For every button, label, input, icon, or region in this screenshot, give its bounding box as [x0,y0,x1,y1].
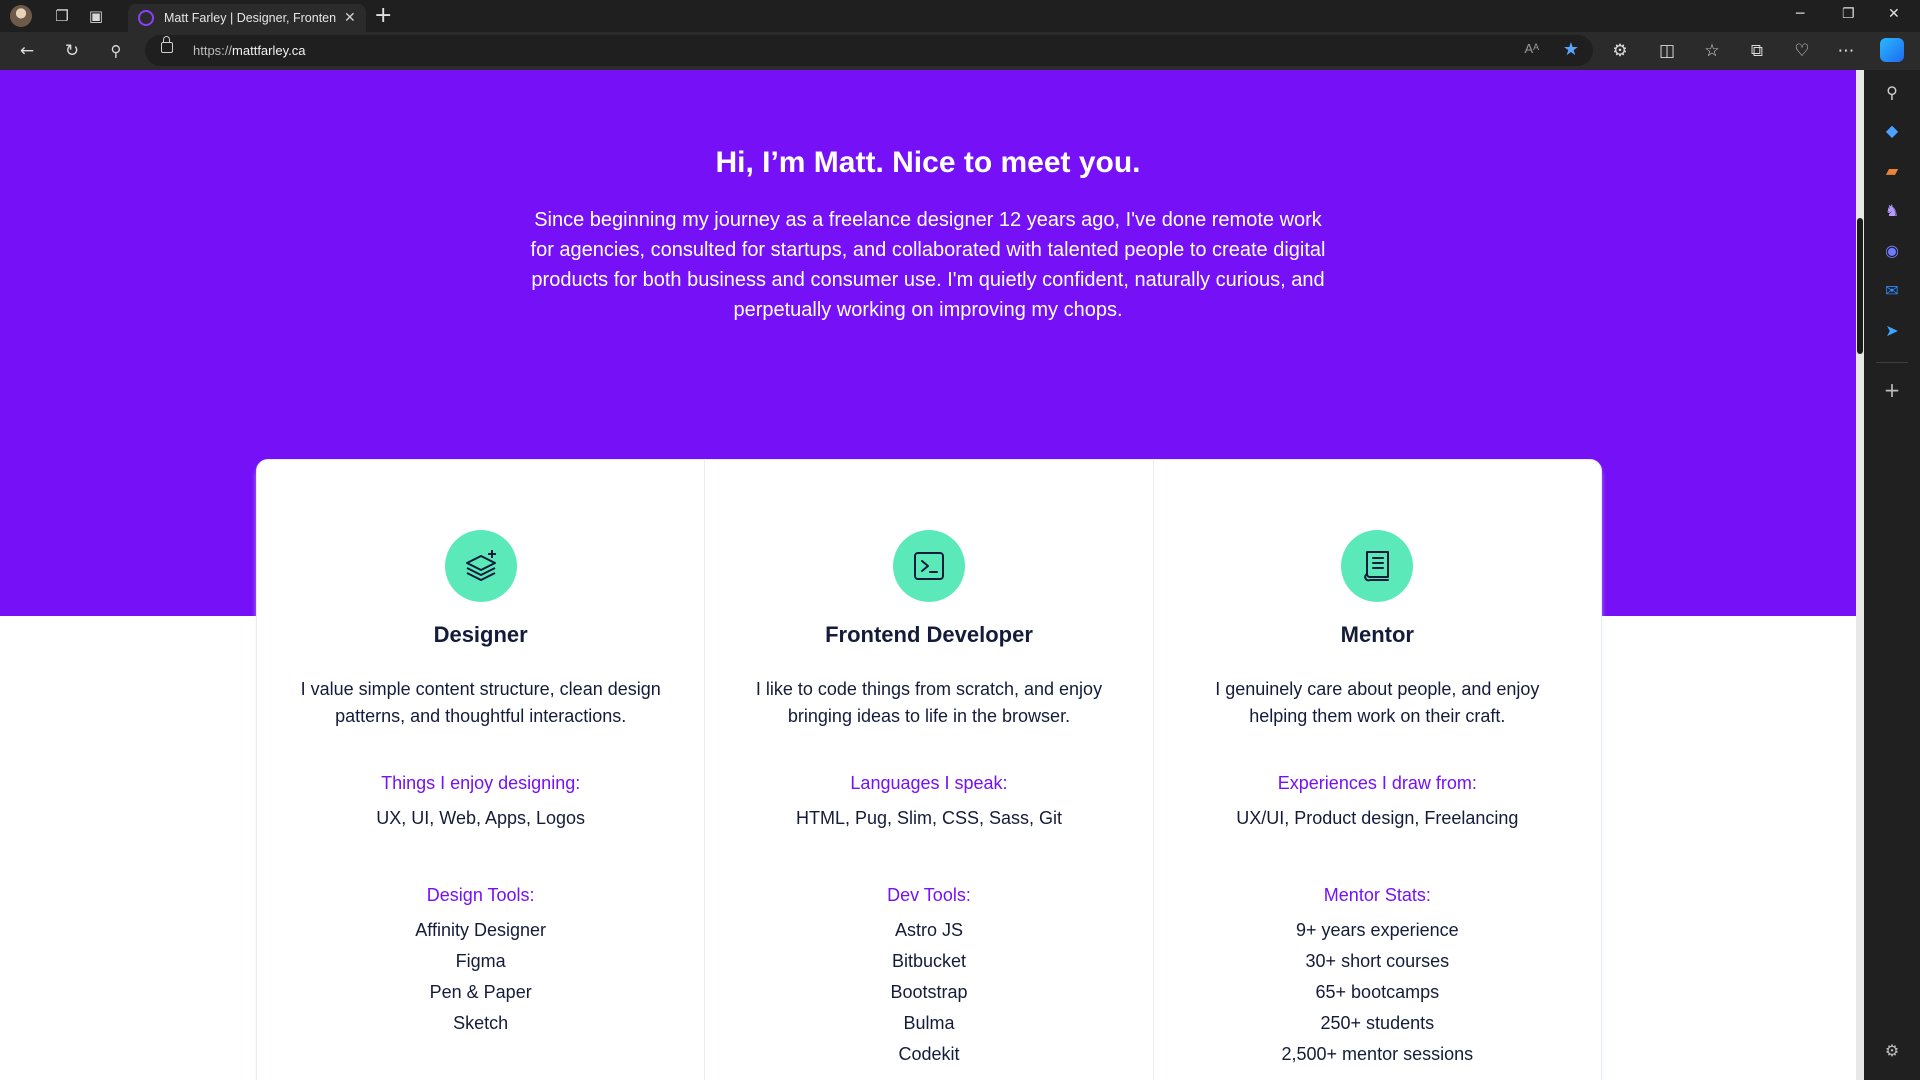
list-item: Astro JS [894,920,963,940]
copilot-icon[interactable] [1880,38,1904,62]
close-tab-icon[interactable]: ✕ [344,10,356,26]
list-item: 250+ students [1320,1013,1435,1033]
book-icon [1341,530,1414,602]
drop-send-icon[interactable]: ➤ [1882,320,1902,340]
site-favicon-icon [138,10,154,26]
terminal-icon [892,530,965,602]
list-item: 30+ short courses [1305,951,1450,971]
skill-subheading: Experiences I draw from: [1277,773,1477,793]
restore-icon[interactable]: ❐ [1842,6,1855,22]
skill-column-designer: Designer I value simple content structur… [257,460,706,1080]
skill-subheading: Things I enjoy designing: [381,773,581,793]
list-item: Bootstrap [890,982,968,1002]
workspaces-icon[interactable]: ❐ [50,4,74,28]
scrollbar-thumb[interactable] [1857,218,1863,354]
layers-icon [444,530,517,602]
tools-heading: Mentor Stats: [1323,885,1431,905]
hero-title: Hi, I’m Matt. Nice to meet you. [715,146,1141,179]
url-text[interactable]: https://mattfarley.ca [193,43,305,58]
read-aloud-icon[interactable]: Aᴬ [1524,41,1539,56]
skill-subheading: Languages I speak: [850,773,1008,793]
extensions-icon[interactable]: ⚙ [1608,39,1632,63]
outlook-icon[interactable]: ✉ [1882,280,1902,300]
skill-description: I genuinely care about people, and enjoy… [1215,679,1540,726]
skill-list-text: UX, UI, Web, Apps, Logos [376,808,586,828]
address-bar[interactable]: https://mattfarley.ca Aᴬ ★ [145,35,1593,66]
skill-title: Designer [433,622,528,647]
list-item: Codekit [898,1044,960,1064]
tools-list: Astro JS Bitbucket Bootstrap Bulma Codek… [705,915,1152,1070]
new-tab-icon[interactable]: + [374,3,392,28]
tools-briefcase-icon[interactable]: ▰ [1882,160,1902,180]
favorites-icon[interactable]: ☆ [1700,39,1724,63]
lock-icon[interactable] [161,36,173,53]
skill-list-text: HTML, Pug, Slim, CSS, Sass, Git [795,808,1063,828]
refresh-icon[interactable]: ↻ [60,39,84,63]
skill-title: Mentor [1340,622,1414,647]
sidebar-search-icon[interactable]: ⚲ [1882,82,1902,102]
skill-list-text: UX/UI, Product design, Freelancing [1236,808,1519,828]
list-item: 9+ years experience [1296,920,1459,940]
list-item: Bitbucket [891,951,967,971]
tools-heading: Design Tools: [426,885,535,905]
page-viewport: Hi, I’m Matt. Nice to meet you. Since be… [0,70,1856,1080]
microsoft-365-icon[interactable]: ◉ [1882,240,1902,260]
list-item: 2,500+ mentor sessions [1281,1044,1474,1064]
tab-title: Matt Farley | Designer, Frontend [164,11,336,25]
browser-titlebar: ❐ ▣ Matt Farley | Designer, Frontend ✕ +… [0,0,1920,32]
profile-avatar[interactable] [10,5,32,27]
more-menu-icon[interactable]: ⋯ [1834,39,1858,63]
sidebar-divider [1876,362,1908,363]
list-item: Figma [455,951,506,971]
skill-title: Frontend Developer [825,622,1033,647]
list-item: Affinity Designer [415,920,547,940]
list-item: Pen & Paper [429,982,532,1002]
close-window-icon[interactable]: ✕ [1888,6,1900,22]
page-scrollbar[interactable] [1856,70,1864,1080]
tab-actions-icon[interactable]: ▣ [84,4,108,28]
tools-list: Affinity Designer Figma Pen & Paper Sket… [257,915,704,1039]
edge-sidebar: ⚲ ◆ ▰ ♞ ◉ ✉ ➤ + ⚙ [1864,70,1920,1080]
minimize-icon[interactable]: ─ [1796,6,1804,22]
skill-column-frontend: Frontend Developer I like to code things… [705,460,1154,1080]
skill-column-mentor: Mentor I genuinely care about people, an… [1154,460,1601,1080]
shopping-tag-icon[interactable]: ◆ [1882,120,1902,140]
list-item: Sketch [453,1013,509,1033]
list-item: 65+ bootcamps [1315,982,1440,1002]
games-icon[interactable]: ♞ [1882,200,1902,220]
add-sidebar-app-icon[interactable]: + [1882,378,1902,402]
skill-description: I value simple content structure, clean … [300,679,661,726]
collections-icon[interactable]: ⧉ [1745,39,1769,63]
list-item: Bulma [903,1013,955,1033]
skill-description: I like to code things from scratch, and … [755,679,1103,726]
tools-list: 9+ years experience 30+ short courses 65… [1154,915,1601,1070]
hero-intro: Since beginning my journey as a freelanc… [530,209,1326,321]
active-tab[interactable]: Matt Farley | Designer, Frontend ✕ [128,4,366,32]
browser-toolbar: ← ↻ ⚲ https://mattfarley.ca Aᴬ ★ ⚙ ◫ ☆ ⧉… [0,32,1920,71]
split-screen-icon[interactable]: ◫ [1655,39,1679,63]
tools-heading: Dev Tools: [887,885,971,905]
search-icon[interactable]: ⚲ [104,39,128,63]
skills-card: Designer I value simple content structur… [256,459,1602,1080]
favorite-star-icon[interactable]: ★ [1563,39,1579,60]
sidebar-settings-gear-icon[interactable]: ⚙ [1882,1040,1902,1060]
browser-essentials-icon[interactable]: ♡ [1790,39,1814,63]
back-icon[interactable]: ← [15,39,39,63]
